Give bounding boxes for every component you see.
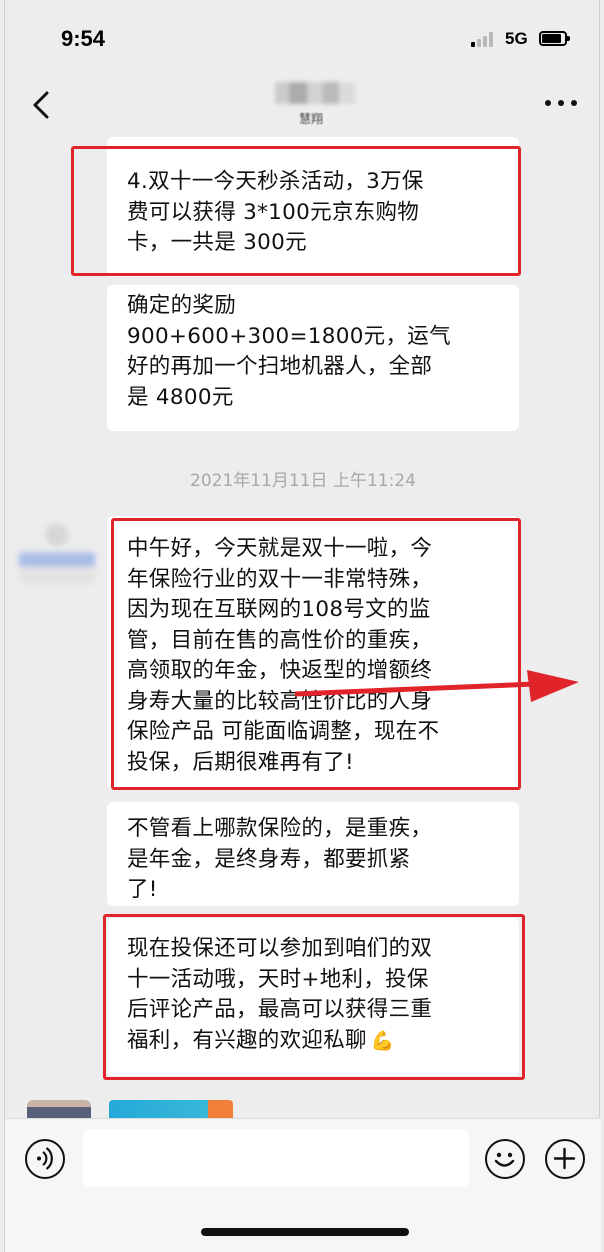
voice-icon[interactable]	[25, 1139, 65, 1179]
emoji-icon[interactable]	[485, 1139, 525, 1179]
more-dots-icon[interactable]	[545, 100, 577, 108]
message-line: 投保，后期很难再有了!	[127, 749, 354, 775]
message-line: 卡，一共是 300元	[127, 230, 307, 255]
message-line: 了!	[127, 877, 158, 902]
message-line: 费可以获得 3*100元京东购物	[127, 199, 420, 225]
emoji-icon-glyph	[494, 1152, 515, 1167]
message-line: 管，目前在售的高性价的重疾，	[127, 627, 433, 653]
message-line: 福利，有兴趣的欢迎私聊 💪	[127, 1026, 519, 1057]
signal-icon	[471, 31, 497, 47]
plus-icon[interactable]	[545, 1139, 585, 1179]
contact-name: 慧翔	[298, 112, 323, 126]
message-line: 900+600+300=1800元，运气	[127, 323, 451, 349]
network-label: 5G	[505, 29, 528, 48]
message-input[interactable]	[83, 1129, 469, 1187]
message-bubble: 中午好，今天就是双十一啦，今 年保险行业的双十一非常特殊， 因为现在互联网的10…	[107, 516, 519, 788]
message-line: 好的再加一个扫地机器人，全部	[127, 354, 433, 379]
message-line: 中午好，今天就是双十一啦，今	[127, 536, 433, 561]
message-bubble: 4.双十一今天秒杀活动，3万保 费可以获得 3*100元京东购物 卡，一共是 3…	[107, 137, 519, 277]
message-line: 是 4800元	[127, 384, 234, 410]
contact-title-blurred	[275, 82, 355, 104]
battery-icon	[539, 31, 570, 46]
shared-card-preview[interactable]	[109, 1100, 233, 1118]
avatar[interactable]	[19, 514, 95, 584]
chat-header: 慧翔	[5, 72, 601, 132]
chat-timestamp: 2021年11月11日 上午11:24	[190, 471, 416, 491]
message-line: 4.双十一今天秒杀活动，3万保	[127, 169, 424, 194]
plus-icon-glyph	[553, 1147, 576, 1170]
message-line: 是年金，是终身寿，都要抓紧	[127, 846, 411, 872]
message-line: 现在投保还可以参加到咱们的双	[127, 936, 433, 961]
avatar[interactable]	[27, 1100, 91, 1118]
message-text: 福利，有兴趣的欢迎私聊	[127, 1027, 367, 1053]
message-bubble: 不管看上哪款保险的，是重疾， 是年金，是终身寿，都要抓紧 了!	[107, 802, 519, 906]
arrow-annotation-icon	[295, 670, 579, 702]
message-line: 因为现在互联网的108号文的监	[127, 597, 431, 622]
phone-screen: 9:54 5G 慧翔 4.双十一今天秒杀活动，3万保 费可以获得 3*100元京…	[4, 0, 601, 1252]
message-bubble: 现在投保还可以参加到咱们的双 十一活动哦，天时+地利，投保 后评论产品，最高可以…	[107, 918, 519, 1076]
message-line: 十一活动哦，天时+地利，投保	[127, 966, 429, 992]
status-time: 9:54	[61, 26, 106, 51]
message-bubble: 确定的奖励 900+600+300=1800元，运气 好的再加一个扫地机器人，全…	[107, 285, 519, 431]
chevron-left-icon[interactable]	[29, 90, 53, 120]
message-line: 确定的奖励	[127, 293, 237, 318]
message-line: 不管看上哪款保险的，是重疾，	[127, 816, 433, 841]
message-line: 年保险行业的双十一非常特殊，	[127, 566, 433, 592]
status-bar: 9:54 5G	[5, 0, 601, 70]
voice-icon-glyph	[37, 1147, 53, 1170]
home-indicator[interactable]	[201, 1228, 409, 1236]
message-line: 后评论产品，最高可以获得三重	[127, 997, 433, 1022]
flexed-biceps-icon: 💪	[370, 1029, 395, 1052]
message-line: 保险产品 可能面临调整，现在不	[127, 719, 440, 744]
